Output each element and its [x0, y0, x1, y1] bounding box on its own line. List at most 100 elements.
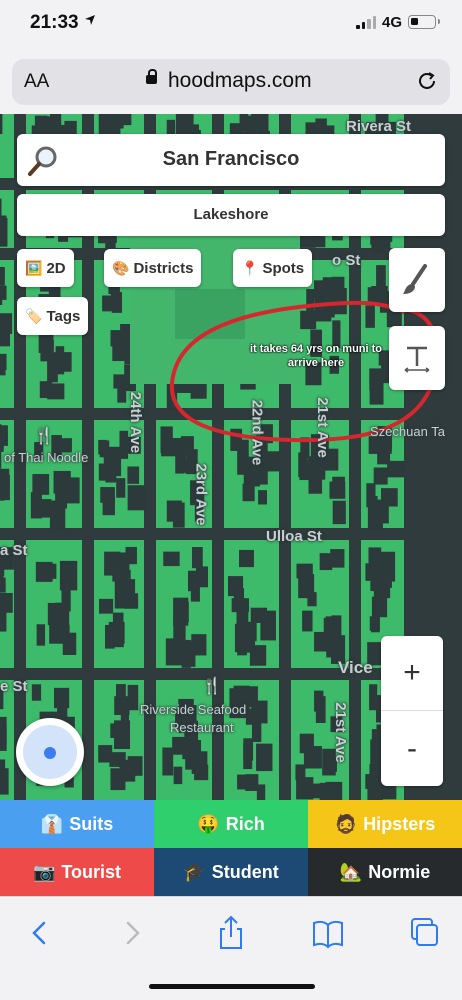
- lock-icon: [146, 69, 157, 84]
- building: [251, 700, 268, 724]
- building: [0, 468, 10, 487]
- building: [0, 577, 6, 593]
- category-tourist[interactable]: 📷 Tourist: [0, 848, 154, 896]
- building: [251, 722, 262, 742]
- share-icon[interactable]: [211, 915, 251, 951]
- my-location-button[interactable]: [16, 718, 84, 786]
- zoom-out-button[interactable]: -: [381, 711, 443, 786]
- building: [110, 330, 122, 347]
- location-dot-icon: [44, 747, 56, 759]
- building: [306, 289, 315, 314]
- street-label: 23rd Ave: [192, 463, 210, 526]
- restaurant-icon: 🍴: [34, 428, 54, 445]
- building: [365, 563, 379, 581]
- building: [237, 774, 254, 790]
- category-normie[interactable]: 🏡 Normie: [308, 848, 462, 896]
- building: [325, 616, 341, 635]
- reload-icon[interactable]: [416, 70, 438, 92]
- building: [257, 114, 269, 134]
- palette-icon: 🎨: [112, 259, 130, 276]
- brush-icon: [403, 264, 427, 294]
- building: [0, 716, 7, 745]
- browser-address-area: AA hoodmaps.com: [0, 52, 462, 114]
- building: [303, 746, 322, 769]
- zoom-in-button[interactable]: +: [381, 636, 443, 711]
- building: [332, 476, 345, 497]
- building: [99, 598, 114, 614]
- building: [98, 463, 115, 481]
- paint-brush-button[interactable]: [389, 248, 445, 312]
- category-label: Normie: [368, 861, 431, 882]
- 2d-label: 2D: [46, 259, 66, 277]
- building: [296, 563, 313, 579]
- tags-button[interactable]: 🏷️ Tags: [17, 297, 89, 335]
- street-label: 24th Ave: [127, 391, 145, 454]
- building: [371, 616, 380, 633]
- building: [314, 690, 324, 712]
- building: [165, 638, 184, 666]
- bookmarks-icon[interactable]: [308, 915, 348, 951]
- building: [243, 738, 254, 761]
- building: [366, 483, 376, 508]
- building: [365, 305, 375, 328]
- tabs-icon[interactable]: [404, 915, 444, 951]
- poi-label[interactable]: of Thai Noodle: [4, 450, 88, 465]
- districts-button[interactable]: 🎨 Districts: [104, 249, 202, 287]
- spots-button[interactable]: 📍 Spots: [233, 249, 313, 287]
- location-arrow-icon: [85, 15, 95, 25]
- category-student[interactable]: 🎓 Student: [154, 848, 308, 896]
- building: [110, 768, 126, 791]
- street-label: o St: [332, 252, 361, 269]
- text-size-button[interactable]: AA: [24, 71, 49, 93]
- building: [127, 466, 140, 484]
- url-domain: hoodmaps.com: [168, 69, 312, 92]
- category-label: Student: [211, 861, 279, 882]
- category-suits[interactable]: 👔 Suits: [0, 800, 154, 848]
- building: [163, 551, 180, 567]
- text-tool-icon: [404, 346, 430, 373]
- building: [249, 645, 267, 666]
- building: [319, 782, 332, 800]
- location-ring: [23, 725, 77, 779]
- address-bar[interactable]: AA hoodmaps.com: [12, 59, 450, 105]
- building: [32, 474, 50, 495]
- category-hipsters[interactable]: 🧔 Hipsters: [308, 800, 462, 848]
- status-bar: 21:33 4G: [0, 0, 462, 52]
- building: [114, 696, 130, 715]
- street-label: 22nd Ave: [248, 399, 266, 466]
- building: [111, 292, 123, 313]
- street-label: Vice: [338, 658, 373, 677]
- category-rich[interactable]: 🤑 Rich: [154, 800, 308, 848]
- neighborhood-box[interactable]: Lakeshore: [17, 194, 445, 236]
- poi-label[interactable]: Restaurant: [170, 720, 234, 735]
- category-emoji-icon: 🎓: [183, 861, 206, 882]
- building: [187, 570, 197, 592]
- building: [191, 634, 207, 656]
- building: [172, 502, 185, 528]
- back-icon[interactable]: [20, 915, 60, 951]
- 2d-button[interactable]: 🖼️ 2D: [17, 249, 74, 287]
- building: [0, 215, 7, 242]
- building: [124, 593, 139, 609]
- building: [299, 460, 313, 481]
- city-search-box[interactable]: San Francisco: [17, 134, 445, 186]
- street-label: 21st Ave: [313, 397, 331, 458]
- street-label: e St: [0, 678, 28, 695]
- building: [55, 490, 65, 510]
- map-view[interactable]: Rivera St o St 24th Ave 23rd Ave 22nd Av…: [0, 114, 462, 800]
- category-label: Tourist: [61, 861, 122, 882]
- building: [53, 470, 71, 494]
- spots-label: Spots: [262, 259, 305, 277]
- building: [0, 285, 7, 300]
- text-annotation-button[interactable]: [389, 326, 445, 390]
- user-annotation-text: it takes 64 yrs on muni to arrive here: [249, 343, 383, 369]
- building: [160, 426, 173, 454]
- poi-label[interactable]: Szechuan Ta: [370, 424, 445, 439]
- poi-label[interactable]: Riverside Seafood: [140, 702, 246, 717]
- framed-picture-icon: 🖼️: [25, 259, 43, 276]
- building: [49, 114, 62, 125]
- forward-icon[interactable]: [112, 915, 152, 951]
- building: [54, 687, 70, 709]
- building: [0, 114, 3, 135]
- network-type: 4G: [382, 14, 403, 31]
